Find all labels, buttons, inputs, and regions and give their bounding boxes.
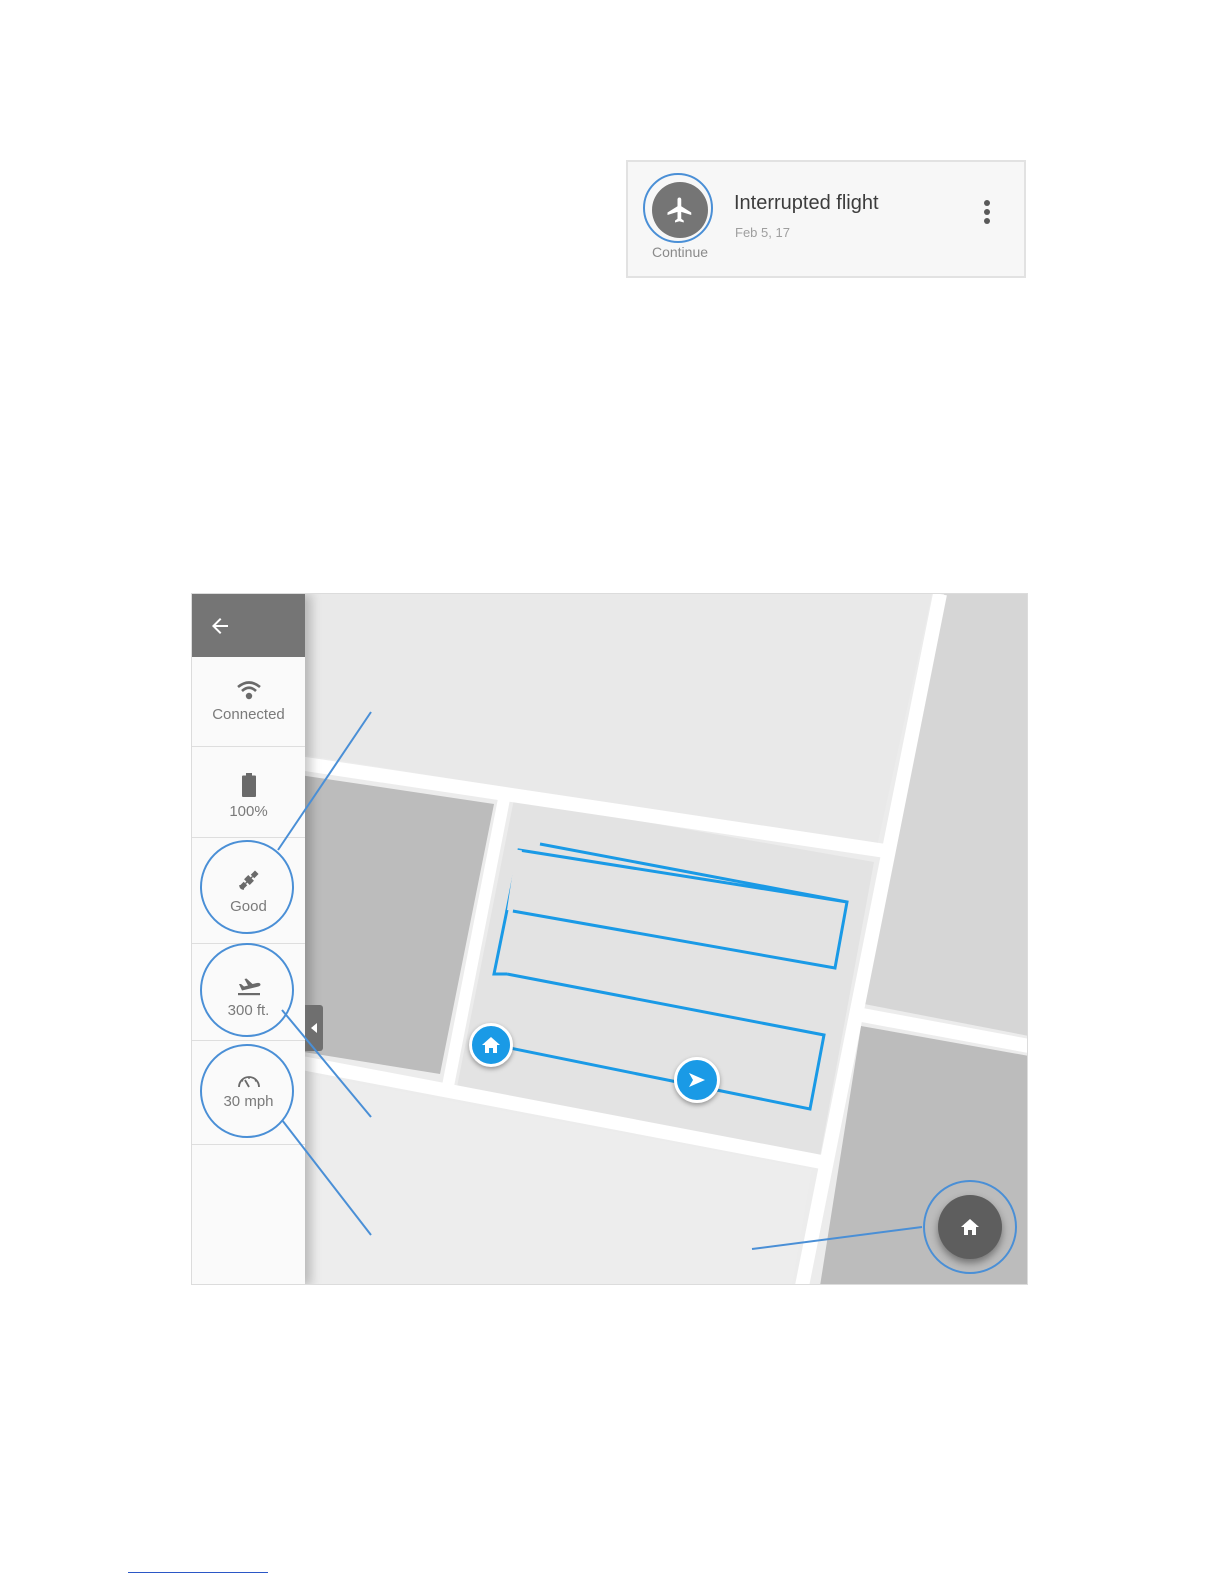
connection-status: Connected [192, 657, 305, 747]
caret-left-icon [311, 1023, 317, 1033]
connection-label: Connected [212, 706, 285, 723]
more-vert-icon[interactable] [980, 200, 994, 228]
speedometer-icon [237, 1076, 260, 1088]
footnote-separator [128, 1572, 268, 1573]
flight-title: Interrupted flight [734, 192, 879, 214]
speed-label: 30 mph [223, 1093, 274, 1110]
return-home-button[interactable] [938, 1195, 1002, 1259]
battery-icon [241, 773, 256, 797]
interrupted-flight-card[interactable]: Continue Interrupted flight Feb 5, 17 [626, 160, 1026, 278]
gps-label: Good [230, 898, 267, 915]
home-icon [482, 1037, 500, 1053]
flight-date: Feb 5, 17 [735, 225, 790, 240]
home-icon [961, 1219, 979, 1235]
home-marker[interactable] [469, 1023, 513, 1067]
arrow-left-icon [212, 617, 228, 634]
gps-status: Good [192, 838, 305, 944]
navigation-arrow-icon [689, 1073, 705, 1087]
altitude-icon [237, 978, 260, 996]
continue-button[interactable] [652, 182, 708, 238]
status-sidebar: Connected 100% Good 300 ft. 30 mph [192, 594, 305, 1284]
drone-marker[interactable] [674, 1057, 720, 1103]
flight-map[interactable]: Connected 100% Good 300 ft. 30 mph [191, 593, 1028, 1285]
wifi-icon [236, 681, 261, 700]
back-button[interactable] [192, 594, 305, 657]
satellite-icon [238, 870, 259, 890]
altitude-label: 300 ft. [227, 1002, 270, 1019]
sidebar-collapse-tab[interactable] [305, 1005, 323, 1051]
altitude-status: 300 ft. [192, 944, 305, 1041]
speed-status: 30 mph [192, 1041, 305, 1145]
airplane-icon [667, 197, 692, 223]
battery-label: 100% [229, 803, 268, 820]
map-background [192, 594, 1027, 1284]
continue-label: Continue [651, 244, 709, 260]
battery-status: 100% [192, 747, 305, 838]
